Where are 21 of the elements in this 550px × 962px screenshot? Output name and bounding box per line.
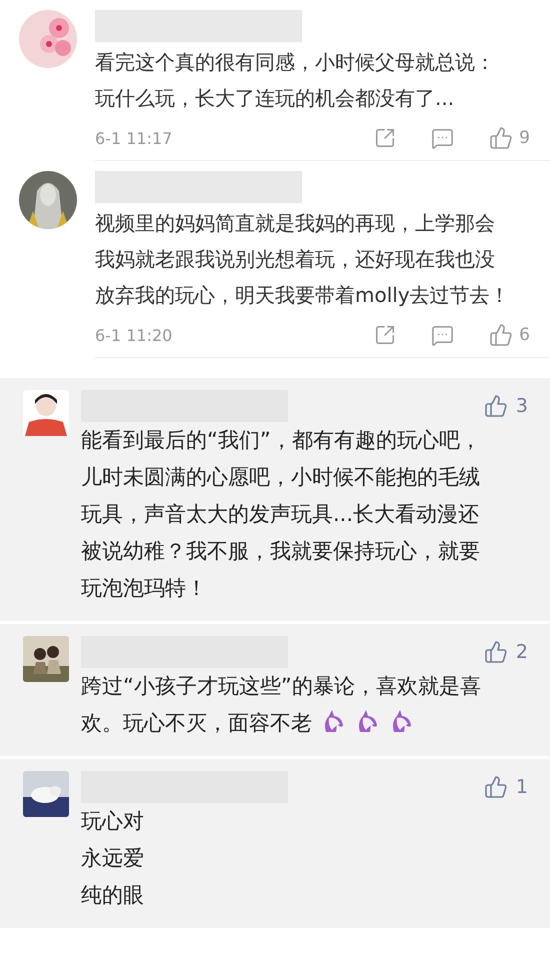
avatar[interactable] xyxy=(23,636,69,682)
reply-button[interactable] xyxy=(431,126,454,150)
avatar[interactable] xyxy=(23,390,69,436)
comment-text: 能看到最后的“我们”，都有有趣的玩心吧，儿时未圆满的心愿吧，小时候不能抱的毛绒玩具，声音太大的发声玩具...长大看动漫还被说幼稚？我不服，我就要保持玩心，就要玩泡泡玛特！ xyxy=(81,427,482,602)
like-button[interactable]: 1 xyxy=(484,775,528,799)
comment-text: 跨过“小孩子才玩这些”的暴论，喜欢就是喜欢。玩心不灭，面容不老 xyxy=(81,673,482,737)
comment-text: 永远爱 xyxy=(81,845,145,872)
reply-button[interactable] xyxy=(431,324,454,346)
comment-text: 视频里的妈妈简直就是我妈的再现，上学那会我妈就老跟我说别光想着玩，还好现在我也没放弃我的玩心，明天我要带着molly去过节去！ xyxy=(95,210,511,309)
share-button[interactable] xyxy=(374,324,396,346)
share-button[interactable] xyxy=(374,127,396,149)
like-button[interactable]: 3 xyxy=(484,394,528,418)
avatar[interactable] xyxy=(23,771,69,817)
like-button[interactable]: 6 xyxy=(489,323,530,347)
like-button[interactable]: 9 xyxy=(489,126,530,150)
like-button[interactable]: 2 xyxy=(484,640,528,664)
comment-text: 纯的眼 xyxy=(81,882,145,909)
comment-text: 玩心对 xyxy=(81,808,145,835)
comment-text: 看完这个真的很有同感，小时候父母就总说：玩什么玩，长大了连玩的机会都没有了... xyxy=(95,49,496,112)
timestamp: 6-1 11:20 xyxy=(95,326,174,344)
timestamp: 6-1 11:17 xyxy=(95,128,174,148)
